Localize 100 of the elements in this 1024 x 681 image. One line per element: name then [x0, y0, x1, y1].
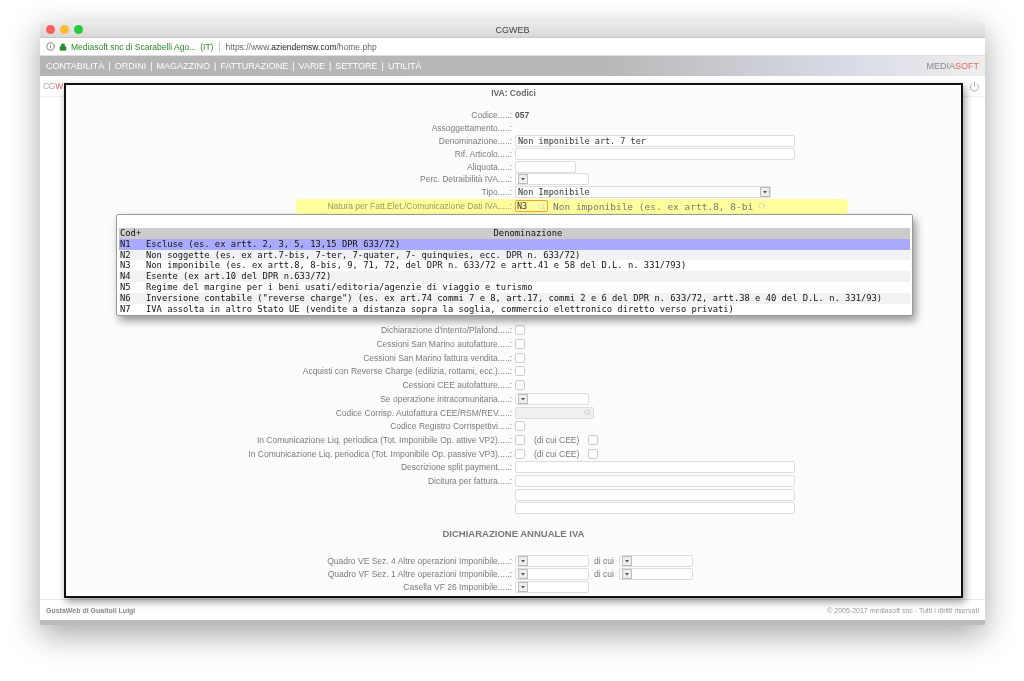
field-label: (di cui CEE) — [534, 434, 580, 445]
field-label: Cessioni San Marino fattura vendita.....: — [362, 352, 512, 363]
field-label: Aliquota.....: — [466, 161, 512, 172]
checkbox[interactable] — [588, 434, 599, 445]
select-field[interactable]: Non Imponibile — [515, 186, 771, 199]
menu-separator: | — [292, 61, 295, 71]
code-cell-text: N6 — [119, 292, 132, 304]
select-field[interactable] — [515, 567, 589, 580]
caret-icon — [518, 568, 528, 579]
select-field[interactable] — [618, 567, 693, 580]
list-row[interactable]: N2 Non soggette (es. ex art.7-bis, 7-ter, 7-quater, 7- quinquies, ecc. DPR n. 633/72) — [119, 249, 910, 261]
field-label: Se operazione intracomunitaria.....: — [379, 393, 512, 404]
menu-separator: | — [328, 61, 332, 71]
caret-icon — [518, 555, 528, 566]
field-label: Casella VF 26 Imponibile.....: — [402, 581, 512, 592]
code-cell-text: N5 — [119, 282, 132, 293]
description-text: Non imponibile (es. ex artt.8, 8-bi — [553, 200, 754, 212]
menu-separator: | — [214, 61, 217, 71]
field-label: Dicitura per fattura.....: — [426, 476, 512, 486]
field-label: (di cui CEE) — [534, 448, 580, 459]
menu-separator: | — [108, 61, 111, 71]
text-field[interactable] — [515, 461, 795, 474]
site-identity[interactable]: Mediasoft snc di Scarabelli Ago... — [71, 41, 197, 52]
field-label: Codice Registro Corrispettivi.....: — [389, 421, 512, 432]
text-field[interactable] — [515, 147, 795, 160]
field-label: Natura per Fatt.Elet./Comunicazione Dati IVA.....: — [326, 201, 512, 212]
text-field[interactable] — [515, 502, 795, 515]
field-label: di cui — [594, 568, 614, 579]
field-label: Codice.....: — [470, 110, 512, 121]
name-cell-text: Regime del margine per i beni usati/editoria/agenzie di viaggio e turismo — [145, 282, 534, 293]
minimize-button[interactable] — [60, 25, 69, 34]
field-label: In Comunicazione Liq. periodica (Tot. Imponibile Op. passive VP3).....: — [247, 448, 512, 459]
field-label: Cessioni San Marino autofatture.....: — [375, 339, 512, 350]
mediasoft-logo: MEDIASOFT — [926, 61, 979, 71]
close-button[interactable] — [46, 25, 55, 34]
name-cell-text: Escluse (es. ex artt. 2, 3, 5, 13,15 DPR 633/72) — [145, 238, 402, 250]
name-cell-text: Non imponibile (es. ex artt.8, 8-bis, 9, 71, 72, del DPR n. 633/72 e artt.41 e 58 del D.L. n. 331/793) — [145, 260, 688, 272]
checkbox[interactable] — [515, 366, 525, 377]
checkbox[interactable] — [515, 339, 525, 350]
checkbox[interactable] — [515, 421, 525, 432]
select-field[interactable] — [515, 554, 589, 567]
name-cell-text: Inversione contabile ("reverse charge") (es. ex art.74 commi 7 e 8, art.17, commi 2 e 6 del DPR n. 633/72, artt.38 e 40 del D.L. n. 331/93) — [145, 292, 884, 304]
field-label: Dichiarazione d'intento/Plafond.....: — [379, 325, 512, 336]
caret-icon — [518, 174, 528, 185]
field-label: Cessioni CEE autofatture.....: — [401, 380, 512, 391]
caret-icon — [621, 568, 632, 579]
menu-separator: | — [381, 61, 384, 71]
field-label: Rif. Articolo.....: — [453, 148, 512, 159]
search-icon[interactable] — [758, 202, 767, 211]
code-cell-text: N3 — [119, 260, 132, 272]
dialog-title: IVA: Codici — [490, 88, 537, 98]
field-label: Quadro VF Sez. 1 Altre operazioni Imponibile.....: — [326, 568, 512, 579]
select-field[interactable] — [515, 580, 589, 593]
field-label: Tipo.....: — [480, 187, 512, 198]
name-cell-text: Non soggette (es. ex art.7-bis, 7-ter, 7-quater, 7- quinquies, ecc. DPR n. 633/72) — [145, 249, 582, 261]
text-field[interactable] — [515, 488, 795, 501]
field-label: Denominazione.....: — [437, 136, 512, 146]
field-label: Perc. Detraibilità IVA.....: — [419, 174, 512, 185]
checkbox[interactable] — [588, 448, 599, 459]
checkbox[interactable] — [515, 434, 525, 445]
column-header: Cod+ — [119, 228, 143, 239]
select-field[interactable] — [515, 392, 589, 405]
checkbox[interactable] — [515, 352, 525, 363]
app-brand: CGW — [43, 81, 63, 91]
list-row[interactable]: N1 Escluse (es. ex artt. 2, 3, 5, 13,15 DPR 633/72) — [119, 238, 910, 250]
text-field[interactable]: Non imponibile art. 7 ter — [515, 135, 795, 147]
name-cell-text: IVA assolta in altro Stato UE (vendite a distanza sopra la soglia, commercio elettronico diretto verso privati) — [145, 303, 735, 315]
field-label: Acquisti con Reverse Charge (edilizia, rottami, ecc.).....: — [301, 366, 512, 377]
text-field[interactable] — [515, 475, 795, 487]
code-cell-text: N4 — [119, 271, 132, 282]
lock-icon — [59, 42, 67, 51]
field-label: Assoggettamento.....: — [430, 123, 512, 134]
field-label: Codice Corrisp. Autofattura CEE/RSM/REV.....: — [334, 407, 512, 418]
field-label: di cui — [594, 555, 614, 566]
country-code: (IT) — [200, 41, 214, 52]
url-text[interactable]: https://www.aziendemsw.com/home.php — [219, 41, 377, 52]
checkbox[interactable] — [515, 380, 525, 391]
info-icon[interactable] — [46, 42, 55, 51]
select-field[interactable] — [515, 173, 589, 186]
code-cell-text: N7 — [119, 303, 132, 315]
checkbox[interactable] — [515, 325, 525, 336]
checkbox[interactable] — [515, 448, 525, 459]
menu-separator: | — [150, 61, 153, 71]
power-icon[interactable] — [969, 80, 980, 92]
zoom-button[interactable] — [74, 25, 83, 34]
column-header: Denominazione — [492, 228, 564, 239]
text-field[interactable] — [515, 160, 576, 173]
window-title: CGWEB — [495, 24, 530, 35]
list-row[interactable]: N4 Esente (ex art.10 del DPR n.633/72) — [119, 271, 910, 282]
section-heading: DICHIARAZIONE ANNUALE IVA — [441, 528, 586, 540]
select-field[interactable] — [618, 554, 693, 567]
name-cell-text: Esente (ex art.10 del DPR n.633/72) — [145, 271, 333, 282]
code-cell-text: N1 — [119, 238, 132, 250]
caret-icon — [621, 555, 632, 566]
caret-icon — [760, 187, 770, 198]
code-field[interactable]: N3 — [515, 200, 548, 213]
search-icon — [584, 409, 591, 417]
code-cell-text: N2 — [119, 249, 132, 261]
list-row[interactable]: N6 Inversione contabile ("reverse charge") (es. ex art.74 commi 7 e 8, art.17, commi 2 e 6 del DPR n. 633/72, artt.38 e 40 del D.L. n. 331/93) — [119, 292, 910, 304]
caret-icon — [518, 581, 528, 592]
